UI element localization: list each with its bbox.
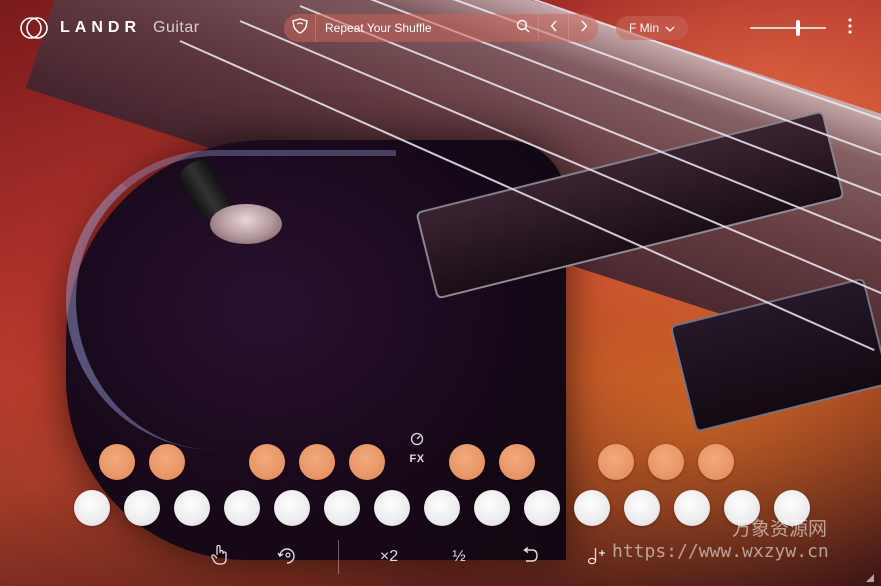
app-logo: LANDR Guitar	[20, 14, 200, 42]
note-pad[interactable]	[74, 490, 110, 526]
menu-button[interactable]	[842, 17, 858, 39]
note-pad[interactable]	[624, 490, 660, 526]
product-name: Guitar	[153, 19, 200, 36]
double-time-button[interactable]: ×2	[376, 544, 402, 570]
note-pad[interactable]	[174, 490, 210, 526]
note-plus-icon	[586, 545, 608, 570]
note-pad[interactable]	[324, 490, 360, 526]
refresh-hold-icon	[276, 544, 298, 571]
master-volume-slider[interactable]	[750, 20, 826, 36]
note-pad[interactable]	[424, 490, 460, 526]
next-preset-button[interactable]	[568, 14, 598, 42]
fx-button[interactable]: FX	[404, 432, 430, 465]
double-time-label: ×2	[379, 548, 399, 565]
key-value: F Min	[629, 21, 659, 35]
chord-pad[interactable]	[99, 444, 135, 480]
chord-pad[interactable]	[249, 444, 285, 480]
note-pad[interactable]	[574, 490, 610, 526]
chord-pad[interactable]	[648, 444, 684, 480]
note-pad[interactable]	[474, 490, 510, 526]
chevron-left-icon	[550, 19, 558, 37]
half-time-label: ½	[452, 548, 466, 565]
half-time-button[interactable]: ½	[446, 544, 472, 570]
add-note-button[interactable]	[584, 544, 610, 570]
chord-pad[interactable]	[349, 444, 385, 480]
preset-browser: Repeat Your Shuffle	[284, 14, 598, 42]
previous-preset-button[interactable]	[538, 14, 568, 42]
watermark-url: https://www.wxzyw.cn	[612, 541, 829, 562]
note-pad[interactable]	[374, 490, 410, 526]
note-pad[interactable]	[224, 490, 260, 526]
preset-name[interactable]: Repeat Your Shuffle	[316, 21, 508, 35]
dial-icon	[410, 432, 424, 451]
toggle-switch-nut	[210, 204, 282, 244]
chord-pad[interactable]	[299, 444, 335, 480]
note-pad[interactable]	[124, 490, 160, 526]
chord-pad[interactable]	[499, 444, 535, 480]
chevron-down-icon	[665, 21, 675, 35]
note-pad[interactable]	[524, 490, 560, 526]
toolbar-divider	[338, 540, 339, 574]
volume-track	[750, 27, 826, 29]
chord-pad[interactable]	[598, 444, 634, 480]
touch-mode-button[interactable]	[206, 544, 232, 570]
note-pad[interactable]	[274, 490, 310, 526]
chord-pad[interactable]	[449, 444, 485, 480]
volume-handle[interactable]	[796, 20, 800, 36]
kebab-menu-icon	[848, 17, 852, 39]
landr-logo-icon	[20, 14, 48, 42]
hand-pointer-icon	[209, 544, 229, 571]
search-button[interactable]	[508, 14, 538, 42]
watermark-cn: 万象资源网	[732, 518, 828, 540]
search-icon	[516, 19, 530, 38]
fx-label: FX	[409, 453, 425, 465]
heart-shield-icon	[291, 17, 309, 39]
chord-pad[interactable]	[149, 444, 185, 480]
chevron-right-icon	[580, 19, 588, 37]
resize-grip-icon[interactable]	[865, 570, 875, 582]
undo-icon	[519, 546, 539, 568]
note-pad[interactable]	[674, 490, 710, 526]
latch-button[interactable]	[274, 544, 300, 570]
undo-button[interactable]	[516, 544, 542, 570]
favorite-button[interactable]	[284, 14, 316, 42]
brand-name: LANDR	[60, 19, 141, 36]
key-selector[interactable]: F Min	[616, 16, 688, 40]
chord-pad[interactable]	[698, 444, 734, 480]
